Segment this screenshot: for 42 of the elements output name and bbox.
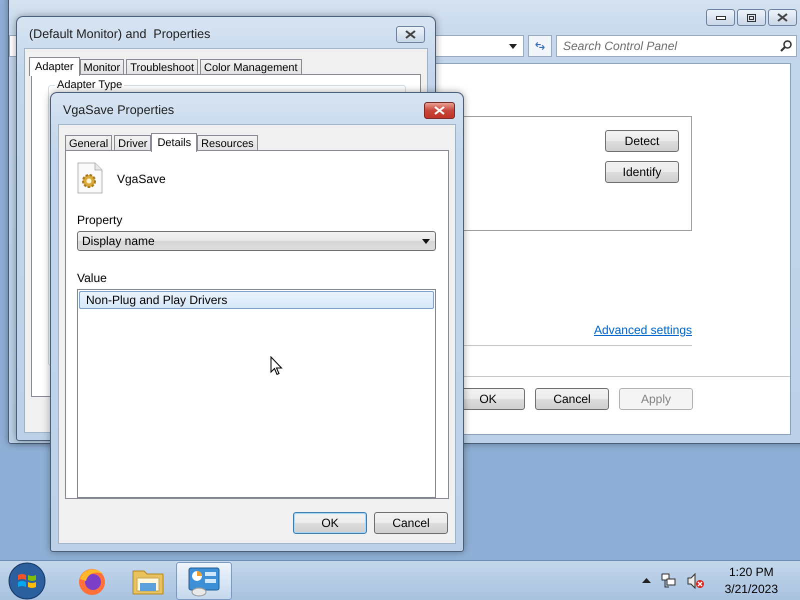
refresh-icon: [535, 40, 545, 52]
network-icon[interactable]: [660, 572, 677, 588]
control-panel-icon: [187, 564, 221, 596]
minimize-button[interactable]: [706, 9, 735, 26]
property-label: Property: [77, 213, 124, 227]
close-icon: [405, 30, 416, 39]
mouse-pointer-icon: [270, 356, 283, 376]
dialog-button[interactable]: Cancel: [535, 388, 609, 410]
start-button[interactable]: [8, 562, 46, 600]
window-title: (Default Monitor) and Properties: [29, 27, 210, 41]
search-icon: [780, 40, 792, 52]
clock-time: 1:20 PM: [728, 565, 774, 579]
value-label: Value: [77, 271, 108, 286]
dropdown-arrow-icon: [509, 44, 517, 48]
minimize-icon: [716, 16, 726, 20]
maximize-button[interactable]: [737, 9, 766, 26]
maximize-icon: [747, 14, 756, 22]
dialog-button[interactable]: Identify: [605, 161, 679, 183]
show-hidden-icons-icon[interactable]: [642, 578, 651, 583]
refresh-button[interactable]: [528, 35, 552, 57]
search-field[interactable]: Search Control Panel: [556, 35, 797, 57]
tab[interactable]: Details: [151, 133, 198, 152]
list-item[interactable]: Non-Plug and Play Drivers: [79, 291, 434, 310]
clock-date: 3/21/2023: [724, 582, 778, 596]
close-button[interactable]: [768, 9, 797, 26]
device-name: VgaSave: [117, 172, 166, 186]
close-button[interactable]: [396, 26, 425, 43]
dropdown-arrow-icon: [422, 238, 430, 244]
dialog-button[interactable]: Detect: [605, 130, 679, 152]
close-button[interactable]: [424, 102, 455, 119]
taskbar-button[interactable]: [176, 562, 232, 600]
window-title: VgaSave Properties: [63, 103, 174, 117]
gear-document-icon: [77, 162, 103, 194]
tab[interactable]: Adapter: [29, 57, 80, 76]
close-icon: [777, 13, 788, 22]
dialog-button[interactable]: Cancel: [374, 512, 448, 534]
dialog-button[interactable]: OK: [293, 512, 367, 534]
group-label: Adapter Type: [55, 79, 124, 91]
close-icon: [434, 106, 445, 115]
property-dropdown[interactable]: Display name: [77, 231, 436, 252]
advanced-settings-link[interactable]: Advanced settings: [594, 323, 692, 337]
muted-speaker-icon[interactable]: [686, 572, 705, 588]
